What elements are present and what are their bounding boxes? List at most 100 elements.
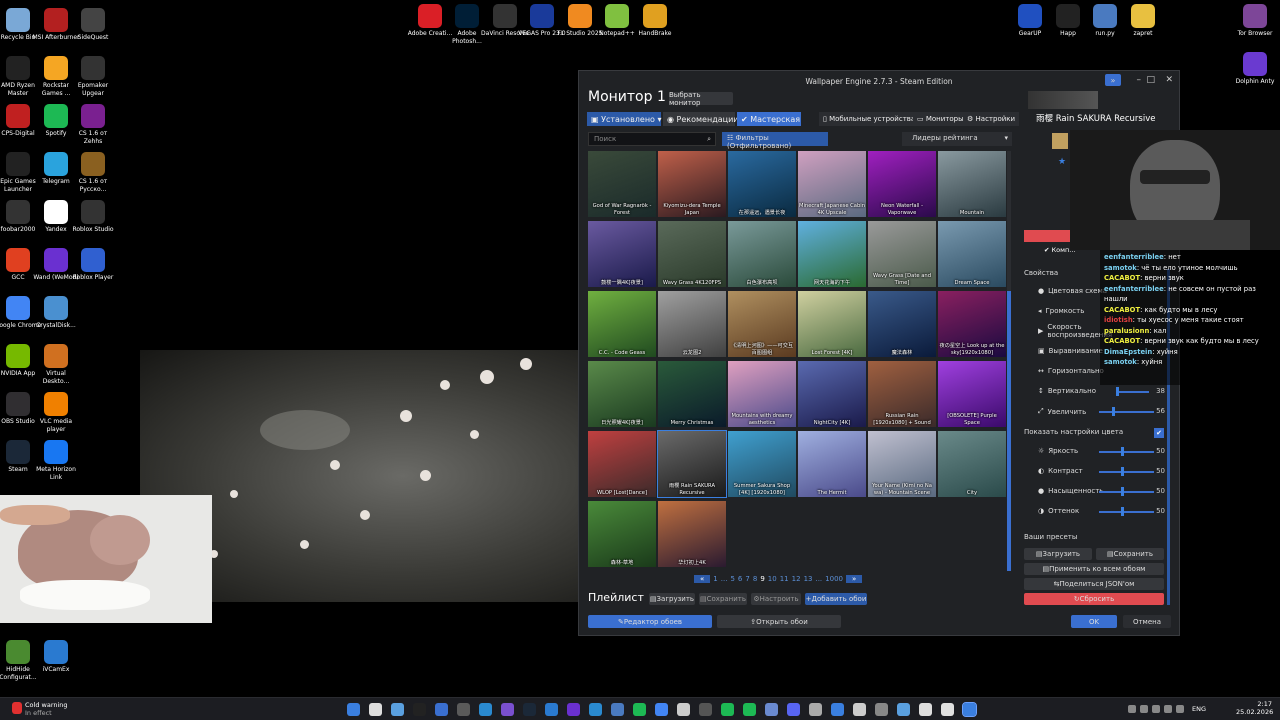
desktop-icon[interactable]: VLC media player [32,392,80,433]
wallpaper-tile[interactable]: Your Name (Kimi no Na wa) - Mountain Sce… [868,431,936,497]
wallpaper-tile[interactable]: 森林-草地 [588,501,656,567]
desktop-icon[interactable]: CS 1.6 от Zehhs [69,104,117,145]
page-link[interactable]: 8 [753,575,757,583]
apply-all-button[interactable]: ▤ Применить ко всем обоям [1024,563,1164,575]
reset-button[interactable]: ↻ Сбросить [1024,593,1164,605]
desktop-icon[interactable]: zapret [1119,4,1167,38]
app-icon[interactable] [501,703,514,716]
wallpaper-tile[interactable]: NightCity [4K] [798,361,866,427]
app-icon[interactable] [853,703,866,716]
color-settings-checkbox[interactable]: ✔ [1154,428,1164,438]
tray-icon[interactable] [1152,705,1160,713]
wallpaper-tile[interactable]: Russian Rain [1920x1080] + Sound [868,361,936,427]
wallpaper-tile[interactable]: Wavy Grass [Date and Time] [868,221,936,287]
desktop-icon[interactable]: Tor Browser [1231,4,1279,38]
app-icon[interactable] [765,703,778,716]
wallpaper-tile[interactable]: WLOP [Lost]Dance] [588,431,656,497]
brightness-slider-knob[interactable] [1121,447,1124,456]
vertical-slider[interactable] [1119,391,1149,393]
playlist-configure-button[interactable]: ⚙ Настроить [751,593,801,605]
app-icon[interactable] [831,703,844,716]
wallpaper-tile[interactable]: 日光照耀4K[夜景] [588,361,656,427]
contrast-slider-knob[interactable] [1121,467,1124,476]
desktop-icon[interactable]: CrystalDisk... [32,296,80,330]
start-icon[interactable] [347,703,360,716]
vertical-slider-knob[interactable] [1116,387,1119,396]
expand-icon[interactable]: » [1105,74,1121,86]
wallpaper-tile[interactable]: 夜の星空上 Look up at the sky[1920x1080] [938,291,1006,357]
page-link[interactable]: 6 [738,575,742,583]
zoom-slider[interactable] [1099,411,1154,413]
page-link[interactable]: 9 [760,575,764,583]
settings-link[interactable]: ⚙ Настройки [963,112,1020,126]
desktop-icon[interactable]: SideQuest [69,8,117,42]
app-icon[interactable] [611,703,624,716]
hue-slider-knob[interactable] [1121,507,1124,516]
desktop-icon[interactable]: Roblox Studio [69,200,117,234]
app-icon[interactable] [457,703,470,716]
star-icon[interactable]: ★ [1058,157,1066,167]
wallpaper-tile[interactable]: [OBSOLETE] Purple Space [938,361,1006,427]
tab-workshop[interactable]: ✔ Мастерская [737,112,801,126]
hue-slider[interactable] [1099,511,1154,513]
open-wallpaper-button[interactable]: ⇪ Открыть обои [717,615,841,628]
chrome-icon[interactable] [655,703,668,716]
wallpaper-tile[interactable]: C.C. - Code Geass [588,291,656,357]
clock[interactable]: 2:17 25.02.2026 [1236,700,1273,716]
tray-icon[interactable] [1140,705,1148,713]
sort-select[interactable]: Лидеры рейтинга ▾ [902,132,1012,146]
mobile-devices-link[interactable]: ▯ Мобильные устройства [819,112,920,126]
unsubscribe-button[interactable] [1024,230,1074,242]
monitors-link[interactable]: ▭ Мониторы [913,112,968,126]
app-icon[interactable] [677,703,690,716]
app-icon[interactable] [875,703,888,716]
wallpaper-tile[interactable]: Mountains with dreamy aesthetics [728,361,796,427]
wallpaper-tile[interactable]: Kiyomizu-dera Temple Japan [658,151,726,217]
desktop-icon[interactable]: Roblox Player [69,248,117,282]
maximize-icon[interactable]: □ [1146,75,1155,85]
close-icon[interactable]: ✕ [1165,75,1173,85]
discord-icon[interactable] [787,703,800,716]
desktop-icon[interactable]: iVCamEx [32,640,80,674]
desktop-icon[interactable]: Virtual Deskto... [32,344,80,385]
wallpaper-tile[interactable]: 云龙图2 [658,291,726,357]
wallpaper-tile[interactable]: 在那遥远，遇景长夜 [728,151,796,217]
page-link[interactable]: « [694,575,711,583]
tray-icon[interactable] [1164,705,1172,713]
contrast-slider[interactable] [1099,471,1154,473]
wallpaper-engine-icon[interactable] [962,702,977,717]
desktop-icon[interactable]: Epomaker Upgear [69,56,117,97]
brightness-slider[interactable] [1099,451,1154,453]
cancel-button[interactable]: Отмена [1123,615,1171,628]
wallpaper-tile[interactable]: Mountain [938,151,1006,217]
wallpaper-tile[interactable]: Dream Space [938,221,1006,287]
page-link[interactable]: 11 [780,575,789,583]
preset-save-button[interactable]: ▤ Сохранить [1096,548,1164,560]
ok-button[interactable]: OK [1071,615,1117,628]
wallpaper-tile[interactable]: 网天花海的下午 [798,221,866,287]
wallpaper-tile[interactable]: 雨樱 Rain SAKURA Recursive [657,430,727,498]
page-link[interactable]: 13 [804,575,813,583]
preset-load-button[interactable]: ▤ Загрузить [1024,548,1092,560]
saturation-slider-knob[interactable] [1121,487,1124,496]
tray-icon[interactable] [1176,705,1184,713]
app-icon[interactable] [435,703,448,716]
wallpaper-tile[interactable]: Neon Waterfall - Vaporwave [868,151,936,217]
wallpaper-tile[interactable]: 魔法森林 [868,291,936,357]
wallpaper-editor-button[interactable]: ✎ Редактор обоев [588,615,712,628]
search-icon[interactable] [369,703,382,716]
task-view-icon[interactable] [413,703,426,716]
explorer-icon[interactable] [391,703,404,716]
app-icon[interactable] [809,703,822,716]
wallpaper-tile[interactable]: Minecraft Japanese Cabin 4K Upscale [798,151,866,217]
filters-button[interactable]: ☷ Фильтры (Отфильтровано) [722,132,828,150]
wallpaper-tile[interactable]: 鼓楼一隅4K[夜景] [588,221,656,287]
playlist-load-button[interactable]: ▤ Загрузить [649,593,695,605]
page-link[interactable]: 5 [730,575,734,583]
playlist-save-button[interactable]: ▤ Сохранить [699,593,747,605]
tab-recommended[interactable]: ◉ Рекомендации [663,112,738,126]
steam-icon[interactable] [523,703,536,716]
tray-icon[interactable] [1128,705,1136,713]
wallpaper-tile[interactable]: City [938,431,1006,497]
app-icon[interactable] [721,703,734,716]
